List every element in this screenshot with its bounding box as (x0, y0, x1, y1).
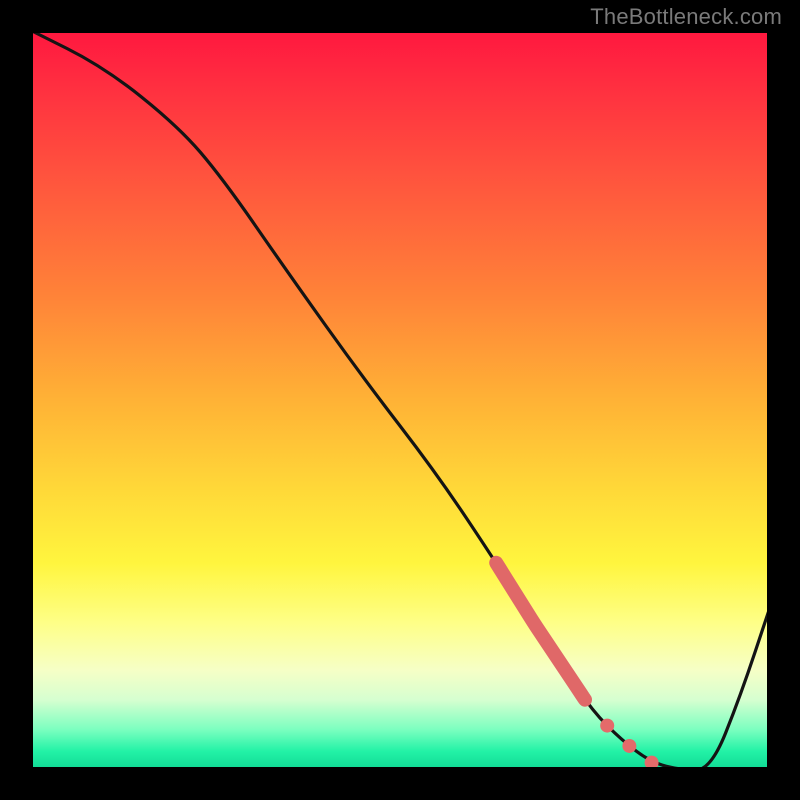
plot-background (30, 30, 770, 770)
watermark-text: TheBottleneck.com (590, 4, 782, 30)
chart-svg (0, 0, 800, 800)
chart-frame: { "watermark": "TheBottleneck.com", "col… (0, 0, 800, 800)
highlight-dot (622, 739, 636, 753)
highlight-dot (600, 719, 614, 733)
